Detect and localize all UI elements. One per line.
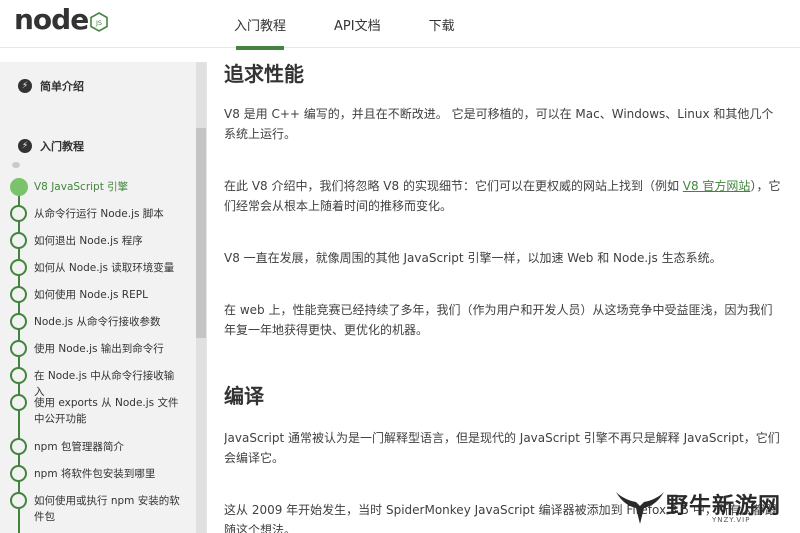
step-circle-icon	[10, 340, 27, 357]
nav-download[interactable]: 下载	[405, 0, 479, 48]
sidebar-item-label: npm 将软件包安装到哪里	[34, 468, 156, 480]
nav-tutorial[interactable]: 入门教程	[210, 0, 310, 50]
paragraph-text: 在此 V8 介绍中，我们将忽略 V8 的实现细节：它们可以在更权威的网站上找到（…	[224, 179, 683, 193]
paragraph-web-performance: 在 web 上，性能竞赛已经持续了多年，我们（作为用户和开发人员）从这场竞争中受…	[224, 303, 773, 337]
sidebar-scroll-thumb[interactable]	[196, 128, 206, 338]
collapsed-indicator	[12, 162, 20, 168]
sidebar-scrollbar[interactable]	[196, 62, 206, 533]
sidebar-section-tutorial-label: 入门教程	[40, 140, 84, 153]
sidebar-section-intro-label: 简单介绍	[40, 80, 84, 93]
sidebar-item-label: 如何退出 Node.js 程序	[34, 235, 143, 247]
step-circle-icon	[10, 438, 27, 455]
section-heading-performance: 追求性能	[224, 62, 304, 86]
sidebar-section-intro[interactable]: ⚡ 简单介绍	[18, 78, 84, 94]
step-circle-icon	[10, 465, 27, 482]
step-circle-icon	[10, 394, 27, 411]
bolt-icon: ⚡	[18, 139, 32, 153]
paragraph-v8-portable: V8 是用 C++ 编写的，并且在不断改进。 它是可移植的，可以在 Mac、Wi…	[224, 107, 774, 141]
v8-official-site-link[interactable]: V8 官方网站	[683, 179, 751, 193]
sidebar-item-label: npm 包管理器简介	[34, 441, 124, 453]
paragraph-interpreted: JavaScript 通常被认为是一门解释型语言，但是现代的 JavaScrip…	[224, 431, 780, 465]
step-circle-icon	[10, 286, 27, 303]
nav-api-docs[interactable]: API文档	[310, 0, 405, 48]
step-circle-icon	[10, 205, 27, 222]
watermark-sub: YNZY.VIP	[712, 516, 751, 524]
nav-api-docs-label: API文档	[334, 18, 381, 34]
sidebar-item-label: 如何使用 Node.js REPL	[34, 289, 148, 301]
step-circle-icon	[10, 178, 28, 196]
sidebar-item-label: V8 JavaScript 引擎	[34, 181, 129, 193]
paragraph-v8-details: 在此 V8 介绍中，我们将忽略 V8 的实现细节：它们可以在更权威的网站上找到（…	[224, 176, 784, 216]
section-heading-compilation: 编译	[224, 384, 264, 408]
top-header: node JS 入门教程 API文档 下载	[0, 0, 800, 50]
sidebar-item-label: 使用 exports 从 Node.js 文件中公开功能	[34, 397, 179, 425]
step-circle-icon	[10, 367, 27, 384]
sidebar-item-label: Node.js 从命令行接收参数	[34, 316, 161, 328]
step-circle-icon	[10, 492, 27, 509]
nav-download-label: 下载	[428, 18, 455, 34]
watermark: 野牛新游网 YNZY.VIP	[612, 486, 800, 533]
sidebar-section-tutorial[interactable]: ⚡ 入门教程	[18, 138, 84, 154]
step-circle-icon	[10, 232, 27, 249]
logo-badge: JS	[95, 19, 102, 27]
main-nav: 入门教程 API文档 下载	[210, 0, 479, 50]
sidebar-item-label: 如何使用或执行 npm 安装的软件包	[34, 495, 180, 523]
bull-logo-icon	[616, 492, 664, 524]
step-circle-icon	[10, 259, 27, 276]
nav-tutorial-label: 入门教程	[234, 18, 287, 34]
main-content: 追求性能 V8 是用 C++ 编写的，并且在不断改进。 它是可移植的，可以在 M…	[224, 48, 800, 533]
sidebar-item-label: 从命令行运行 Node.js 脚本	[34, 208, 164, 220]
sidebar-item-label: 使用 Node.js 输出到命令行	[34, 343, 164, 355]
step-circle-icon	[10, 313, 27, 330]
paragraph-v8-evolving: V8 一直在发展，就像周围的其他 JavaScript 引擎一样，以加速 Web…	[224, 251, 722, 265]
js-hexagon-icon: JS	[90, 12, 109, 32]
sidebar-item-label: 如何从 Node.js 读取环境变量	[34, 262, 175, 274]
logo-text: node	[14, 3, 89, 36]
bolt-icon: ⚡	[18, 79, 32, 93]
sidebar: ⚡ 简单介绍 ⚡ 入门教程 V8 JavaScript 引擎 从命令行运行 No…	[0, 62, 207, 533]
nodejs-logo[interactable]: node JS	[14, 3, 109, 36]
